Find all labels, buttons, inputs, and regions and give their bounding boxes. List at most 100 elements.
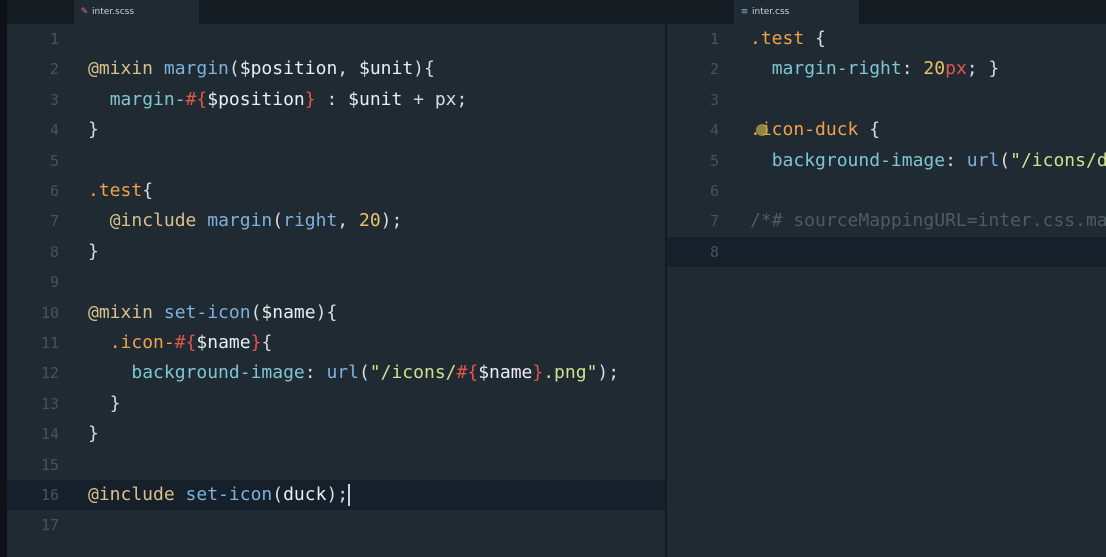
code-token: "/icons/ (369, 362, 457, 384)
code-token: @mixin (88, 58, 154, 80)
code-token: , (337, 210, 359, 232)
line-code: } (88, 389, 121, 419)
code-line[interactable]: 11 .icon-#{$name}{ (7, 328, 665, 358)
tab-inter-css[interactable]: ≡ inter.css (734, 0, 859, 24)
code-line[interactable]: 15 (7, 450, 665, 480)
code-line[interactable]: 2 margin-right: 20px; } (667, 54, 1106, 84)
code-token: + (402, 88, 435, 110)
line-code: } (88, 115, 99, 145)
code-line[interactable]: 1 (7, 24, 665, 54)
line-number: 7 (709, 212, 719, 231)
code-line[interactable]: 2 @mixin margin($position, $unit){ (7, 54, 665, 84)
left-editor-pane[interactable]: ✎ inter.scss 1 2 @mixin margin($position, $… (7, 0, 665, 557)
code-token: .test (88, 180, 143, 201)
code-line[interactable]: 16 @include set-icon(duck); (7, 480, 665, 510)
code-line[interactable]: 10 @mixin set-icon($name){ (7, 298, 665, 328)
right-editor-pane[interactable]: ≡ inter.css 1 .test {2 margin-right: 20px;… (667, 0, 1106, 557)
code-token: 20 (358, 210, 381, 232)
editor-window: ✎ inter.scss 1 2 @mixin margin($position, $… (0, 0, 1106, 557)
code-token: right (283, 210, 338, 232)
line-number: 1 (709, 30, 719, 48)
code-line[interactable]: 4} (7, 115, 665, 145)
code-line[interactable]: 3 (667, 85, 1106, 115)
code-token: ); (326, 484, 349, 505)
code-line[interactable]: 7 @include margin(right, 20); (7, 206, 665, 236)
line-number: 4 (709, 121, 719, 140)
code-token: url (326, 362, 359, 384)
code-token: ( (228, 58, 240, 80)
window-edge (0, 0, 7, 557)
code-token: .icon- (109, 332, 175, 353)
code-token: $name (196, 332, 251, 353)
code-line[interactable]: 9 (7, 267, 665, 297)
code-token: $name (261, 301, 316, 323)
code-line[interactable]: 13 } (7, 389, 665, 419)
css-icon: ≡ (740, 7, 749, 17)
line-number: 13 (40, 394, 59, 413)
code-token: px; (434, 88, 468, 110)
code-token: $unit (358, 58, 414, 80)
code-token: .png" (543, 362, 598, 384)
line-code: background-image: url("/icons/#{$name}.p… (88, 358, 619, 388)
line-code: .test { (750, 24, 826, 54)
code-line[interactable]: 5 background-image: url("/icons/duck.png… (667, 146, 1106, 176)
code-line[interactable]: 3 margin-#{$position} : $unit + px; (7, 85, 665, 115)
code-token: margin- (109, 88, 186, 110)
line-number: 8 (709, 242, 719, 261)
code-line[interactable]: 12 background-image: url("/icons/#{$name… (7, 358, 665, 388)
code-token: set-icon (185, 484, 273, 505)
code-line[interactable]: 8 (667, 236, 1106, 267)
code-token: ( (999, 149, 1011, 171)
code-line[interactable]: 14} (7, 419, 665, 449)
line-code: .icon-#{$name}{ (88, 328, 273, 358)
line-number: 8 (49, 242, 59, 261)
code-token: $position (239, 58, 338, 80)
code-token: .test (750, 28, 805, 49)
code-token: : (945, 149, 967, 171)
line-code: @mixin set-icon($name){ (88, 298, 337, 328)
code-token: $position (207, 88, 305, 110)
code-line[interactable]: 17 (7, 510, 665, 540)
code-line[interactable]: 6 (667, 176, 1106, 206)
code-line[interactable]: 1 .test { (667, 24, 1106, 54)
code-token: } (532, 362, 544, 384)
code-line[interactable]: 6 .test{ (7, 176, 665, 206)
line-number: 10 (40, 303, 59, 322)
line-number: 15 (40, 455, 59, 474)
code-token: #{ (185, 88, 208, 110)
code-token: ; } (966, 58, 1000, 80)
code-token: margin (163, 58, 229, 80)
line-number: 5 (709, 151, 719, 170)
code-token: ( (272, 484, 284, 505)
line-number: 3 (49, 90, 59, 109)
code-line[interactable]: 8} (7, 237, 665, 267)
line-code: /*# sourceMappingURL=inter.css.map */ (750, 206, 1106, 236)
code-token: ( (250, 301, 262, 323)
code-line[interactable]: 7 /*# sourceMappingURL=inter.css.map */ (667, 206, 1106, 236)
line-number: 7 (49, 212, 59, 231)
line-number: 4 (49, 121, 59, 140)
code-line[interactable]: 5 (7, 146, 665, 176)
code-line[interactable]: 4 .icon-duck { (667, 115, 1106, 145)
line-code: .icon-duck { (750, 115, 880, 145)
line-code: .test{ (88, 176, 153, 206)
code-token: } (304, 88, 316, 110)
code-token: } (88, 119, 99, 141)
code-token: { (261, 332, 273, 353)
code-token: background-image (771, 149, 946, 171)
code-token: #{ (174, 332, 197, 353)
line-number: 9 (49, 273, 59, 292)
line-code: @mixin margin($position, $unit){ (88, 54, 435, 84)
tab-title: inter.css (752, 7, 790, 17)
tab-inter-scss[interactable]: ✎ inter.scss (74, 0, 199, 24)
